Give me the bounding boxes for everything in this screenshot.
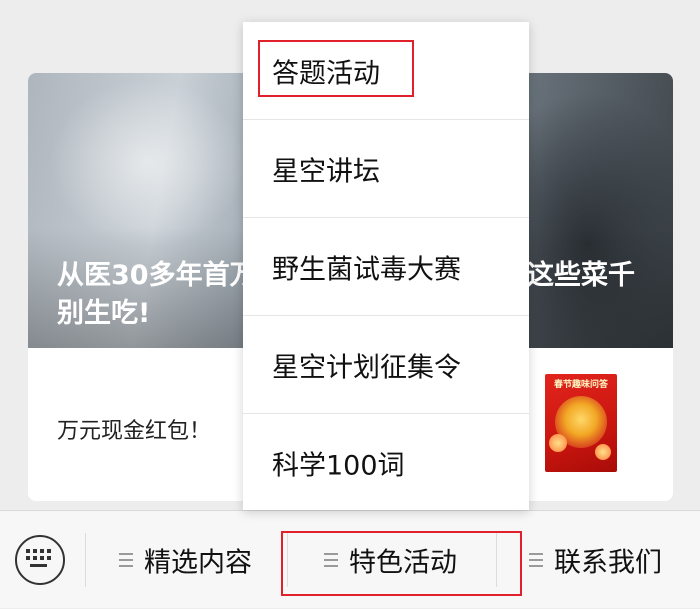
article-thumbnail: 春节趣味问答 <box>545 374 617 472</box>
menu-item-mushroom-contest[interactable]: 野生菌试毒大赛 <box>243 218 529 316</box>
menu-item-starry-plan[interactable]: 星空计划征集令 <box>243 316 529 414</box>
menu-item-label: 科学100词 <box>272 450 405 482</box>
tab-contact-us[interactable]: 联系我们 <box>499 511 700 609</box>
tab-label: 联系我们 <box>554 547 662 579</box>
highlight-answer-activity <box>258 40 414 97</box>
flower-decoration <box>595 444 611 460</box>
menu-item-label: 星空讲坛 <box>272 156 380 187</box>
menu-item-label: 野生菌试毒大赛 <box>272 254 461 285</box>
menu-item-starry-forum[interactable]: 星空讲坛 <box>243 120 529 218</box>
menu-lines-icon <box>119 553 133 567</box>
article-footer-text: 万元现金红包！ <box>57 419 212 444</box>
menu-item-science-100-words[interactable]: 科学100词 <box>243 414 529 512</box>
tab-featured-content[interactable]: 精选内容 <box>88 511 284 609</box>
tab-label: 精选内容 <box>144 547 252 579</box>
article-headline-left: 从医30多年首万别生吃! <box>57 260 257 329</box>
menu-item-label: 星空计划征集令 <box>272 352 461 383</box>
highlight-special-activities-tab <box>281 531 522 596</box>
keyboard-icon[interactable] <box>15 535 65 585</box>
thumbnail-label: 春节趣味问答 <box>553 380 608 390</box>
flower-decoration <box>549 434 567 452</box>
divider <box>85 533 86 587</box>
article-headline-right: 这些菜千 <box>527 260 635 291</box>
menu-lines-icon <box>529 553 543 567</box>
